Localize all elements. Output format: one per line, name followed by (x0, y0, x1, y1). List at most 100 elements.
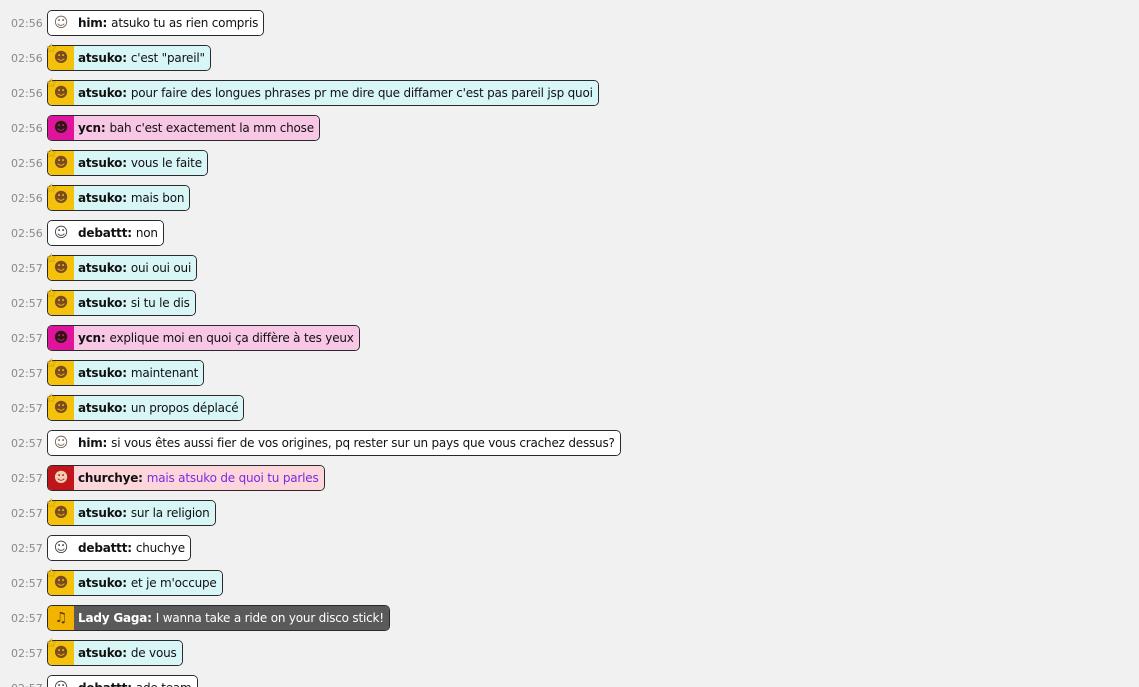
chat-message-row: 02:57 ☻ atsuko: si tu le dis ★ (0, 286, 1139, 320)
message-username[interactable]: ycn: (78, 331, 106, 345)
message-text: mais bon (130, 191, 185, 205)
chat-message-row: 02:57 ☻ atsuko: de vous ★ (0, 636, 1139, 670)
message-text: un propos déplacé (130, 401, 239, 415)
chat-message-row: 02:56 ☺ him: atsuko tu as rien compris (0, 10, 1139, 40)
message-timestamp: 02:57 (11, 437, 43, 450)
chat-bubble[interactable]: ☺ him: si vous êtes aussi fier de vos orig… (47, 430, 621, 456)
message-text: mais atsuko de quoi tu parles (146, 471, 319, 485)
chat-message-row: 02:57 ☺ debattt: chuchye (0, 535, 1139, 565)
ycn-avatar-icon[interactable]: ☻ (48, 326, 74, 350)
chat-bubble[interactable]: ☻ ycn: bah c'est exactement la mm chose (47, 115, 320, 141)
message-username[interactable]: him: (78, 16, 107, 30)
message-text: sur la religion (130, 506, 210, 520)
chat-bubble[interactable]: ☺ debattt: non (47, 220, 164, 246)
chat-message-row: 02:57 ☻ ycn: explique moi en quoi ça diffèr… (0, 325, 1139, 355)
message-username[interactable]: atsuko: (78, 156, 127, 170)
churchye-avatar-icon[interactable]: ☻ (48, 466, 74, 490)
message-username[interactable]: Lady Gaga: (78, 611, 152, 625)
message-username[interactable]: him: (78, 436, 107, 450)
message-timestamp: 02:57 (11, 577, 43, 590)
message-timestamp: 02:56 (11, 52, 43, 65)
chat-message-row: 02:56 ☻ atsuko: c'est "pareil" ★ (0, 41, 1139, 75)
chat-bubble[interactable]: ☻ atsuko: sur la religion (47, 500, 216, 526)
star-icon: ★ (46, 41, 57, 55)
message-content: ycn: bah c'est exactement la mm chose (74, 116, 319, 140)
message-username[interactable]: atsuko: (78, 296, 127, 310)
chat-message-row: 02:57 ☻ atsuko: un propos déplacé ★ (0, 391, 1139, 425)
message-username[interactable]: atsuko: (78, 506, 127, 520)
chat-bubble[interactable]: ☻ atsuko: pour faire des longues phrases p… (47, 80, 599, 106)
message-username[interactable]: churchye: (78, 471, 143, 485)
message-username[interactable]: atsuko: (78, 646, 127, 660)
message-timestamp: 02:57 (11, 647, 43, 660)
ycn-avatar-icon[interactable]: ☻ (48, 116, 74, 140)
message-username[interactable]: atsuko: (78, 191, 127, 205)
message-text: et je m'occupe (130, 576, 217, 590)
message-timestamp: 02:56 (11, 157, 43, 170)
chat-message-row: 02:57 ☻ atsuko: maintenant ★ (0, 356, 1139, 390)
chat-bubble[interactable]: ☻ atsuko: de vous (47, 640, 183, 666)
chat-bubble[interactable]: ☻ atsuko: oui oui oui (47, 255, 198, 281)
cap-avatar-icon[interactable]: ☺ (48, 431, 74, 455)
message-content: ycn: explique moi en quoi ça diffère à te… (74, 326, 359, 350)
chat-bubble[interactable]: ☺ debattt: ade team (47, 675, 198, 687)
message-content: Lady Gaga: I wanna take a ride on your di… (74, 606, 389, 630)
message-timestamp: 02:56 (11, 87, 43, 100)
message-username[interactable]: atsuko: (78, 401, 127, 415)
message-text: vous le faite (130, 156, 202, 170)
star-icon: ★ (46, 636, 57, 650)
debattt-avatar-icon[interactable]: ☺ (48, 676, 74, 687)
chat-bubble[interactable]: ☻ atsuko: vous le faite (47, 150, 208, 176)
bot-avatar-icon[interactable]: ♫ (48, 606, 74, 630)
message-username[interactable]: atsuko: (78, 86, 127, 100)
message-content: debattt: non (74, 221, 163, 245)
cap-avatar-icon[interactable]: ☺ (48, 11, 74, 35)
chat-bubble[interactable]: ☻ churchye: mais atsuko de quoi tu parles (47, 465, 325, 491)
chat-log: 02:56 ☺ him: atsuko tu as rien compris 02:56… (0, 0, 1139, 687)
message-content: atsuko: si tu le dis (74, 291, 195, 315)
message-timestamp: 02:57 (11, 507, 43, 520)
chat-bubble[interactable]: ☻ atsuko: un propos déplacé (47, 395, 245, 421)
message-text: si vous êtes aussi fier de vos origines,… (111, 436, 615, 450)
message-timestamp: 02:57 (11, 367, 43, 380)
message-timestamp: 02:57 (11, 542, 43, 555)
star-icon: ★ (46, 356, 57, 370)
chat-message-row: 02:57 ☻ atsuko: et je m'occupe ★ (0, 566, 1139, 600)
debattt-avatar-icon[interactable]: ☺ (48, 221, 74, 245)
message-content: atsuko: oui oui oui (74, 256, 197, 280)
debattt-avatar-icon[interactable]: ☺ (48, 536, 74, 560)
chat-bubble[interactable]: ☻ atsuko: c'est "pareil" (47, 45, 211, 71)
chat-bubble[interactable]: ☻ atsuko: mais bon (47, 185, 191, 211)
chat-message-row: 02:57 ☻ atsuko: sur la religion ★ (0, 496, 1139, 530)
message-username[interactable]: atsuko: (78, 51, 127, 65)
message-username[interactable]: debattt: (78, 226, 132, 240)
message-username[interactable]: atsuko: (78, 366, 127, 380)
message-content: churchye: mais atsuko de quoi tu parles (74, 466, 324, 490)
message-timestamp: 02:56 (11, 227, 43, 240)
message-content: atsuko: et je m'occupe (74, 571, 222, 595)
chat-bubble[interactable]: ☺ him: atsuko tu as rien compris (47, 10, 265, 36)
message-username[interactable]: ycn: (78, 121, 106, 135)
message-username[interactable]: debattt: (78, 541, 132, 555)
star-icon: ★ (46, 391, 57, 405)
chat-bubble[interactable]: ☺ debattt: chuchye (47, 535, 191, 561)
message-username[interactable]: atsuko: (78, 261, 127, 275)
message-text: ade team (136, 681, 192, 687)
star-icon: ★ (46, 76, 57, 90)
chat-bubble[interactable]: ☻ atsuko: maintenant (47, 360, 205, 386)
chat-bubble[interactable]: ☻ atsuko: et je m'occupe (47, 570, 223, 596)
message-content: atsuko: vous le faite (74, 151, 207, 175)
message-timestamp: 02:57 (11, 682, 43, 687)
message-text: I wanna take a ride on your disco stick! (155, 611, 384, 625)
message-username[interactable]: debattt: (78, 681, 132, 687)
message-text: pour faire des longues phrases pr me dir… (130, 86, 593, 100)
star-icon: ★ (46, 251, 57, 265)
chat-message-row: 02:56 ☺ debattt: non (0, 220, 1139, 250)
message-username[interactable]: atsuko: (78, 576, 127, 590)
chat-bubble[interactable]: ☻ atsuko: si tu le dis (47, 290, 196, 316)
chat-bubble[interactable]: ♫ Lady Gaga: I wanna take a ride on your d… (47, 605, 390, 631)
message-content: atsuko: pour faire des longues phrases pr… (74, 81, 598, 105)
message-text: c'est "pareil" (130, 51, 205, 65)
chat-bubble[interactable]: ☻ ycn: explique moi en quoi ça diffère à t… (47, 325, 360, 351)
message-content: debattt: ade team (74, 676, 197, 687)
